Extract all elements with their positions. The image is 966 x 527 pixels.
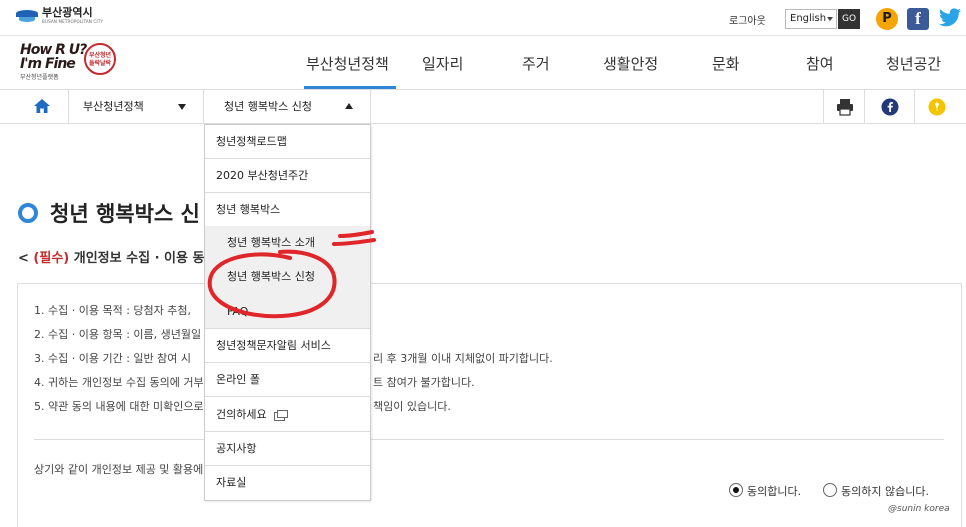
consent-heading-prefix: < <box>18 251 34 266</box>
disagree-label[interactable]: 동의하지 않습니다. <box>841 483 929 499</box>
go-button[interactable]: GO <box>838 9 860 29</box>
nav-youth-space[interactable]: 청년공간 <box>886 53 941 74</box>
city-subtitle: BUSAN METROPOLITAN CITY <box>42 19 104 24</box>
city-name: 부산광역시 <box>42 6 93 19</box>
dropdown-sub-faq[interactable]: FAQ <box>205 294 370 329</box>
facebook-share-icon <box>881 98 899 116</box>
dropdown-item-online-poll[interactable]: 온라인 폴 <box>205 363 370 397</box>
facebook-share-button[interactable] <box>865 90 915 124</box>
breadcrumb-level2-label: 청년 행복박스 신청 <box>224 100 312 113</box>
consent-line-1: 1. 수집 · 이용 목적 : 당첨자 추첨, <box>34 304 191 317</box>
logout-link[interactable]: 로그아웃 <box>729 12 766 27</box>
print-button[interactable] <box>823 90 865 124</box>
agree-question: 상기와 같이 개인정보 제공 및 활용에 <box>34 463 204 476</box>
nav-busan-youth-policy[interactable]: 부산청년정책 <box>306 53 389 74</box>
p-channel-icon[interactable]: P <box>876 8 898 30</box>
home-button[interactable] <box>0 90 69 124</box>
title-bullet-icon <box>18 203 38 223</box>
agree-label[interactable]: 동의합니다. <box>747 483 801 499</box>
dropdown-sub-happy-box-apply[interactable]: 청년 행복박스 신청 <box>205 260 370 294</box>
dropdown-item-youth-week[interactable]: 2020 부산청년주간 <box>205 159 370 193</box>
logo-stamp: 부산청년 들락날락 <box>84 43 116 75</box>
language-select[interactable]: English <box>785 9 837 29</box>
dropdown-item-archive[interactable]: 자료실 <box>205 466 370 500</box>
facebook-icon[interactable]: f <box>907 8 929 30</box>
page-title: 청년 행복박스 신 <box>50 202 200 226</box>
consent-line-2: 2. 수집 · 이용 항목 : 이름, 생년월일 <box>34 328 202 341</box>
breadcrumb-level2[interactable]: 청년 행복박스 신청 <box>204 90 371 124</box>
chevron-up-icon <box>345 103 353 109</box>
dropdown-item-suggestions-label: 건의하세요 <box>216 408 267 421</box>
consent-divider <box>34 439 944 440</box>
chevron-down-icon <box>178 104 186 110</box>
twitter-icon[interactable] <box>938 8 962 30</box>
dropdown-item-roadmap[interactable]: 청년정책로드맵 <box>205 125 370 159</box>
top-utility-bar: 부산광역시 BUSAN METROPOLITAN CITY 로그아웃 Engli… <box>0 0 966 36</box>
breadcrumb-level1[interactable]: 부산청년정책 <box>69 90 204 124</box>
submenu-dropdown: 청년정책로드맵 2020 부산청년주간 청년 행복박스 청년 행복박스 소개 청… <box>204 124 371 501</box>
nav-participation[interactable]: 참여 <box>806 53 834 74</box>
consent-line-4-tail: 트 참여가 불가합니다. <box>373 376 475 389</box>
disagree-radio[interactable] <box>823 483 837 497</box>
page: 부산광역시 BUSAN METROPOLITAN CITY 로그아웃 Engli… <box>0 0 966 527</box>
nav-culture[interactable]: 문화 <box>712 53 740 74</box>
busan-emblem-icon <box>16 7 38 25</box>
dropdown-item-notices[interactable]: 공지사항 <box>205 432 370 466</box>
dropdown-item-suggestions[interactable]: 건의하세요 <box>205 397 370 432</box>
dropdown-item-happy-box[interactable]: 청년 행복박스 <box>205 193 370 226</box>
dropdown-item-sms-alert[interactable]: 청년정책문자알림 서비스 <box>205 329 370 363</box>
site-logo[interactable]: How R U? I'm Fine 부산청년플랫폼 부산청년 들락날락 <box>20 43 120 83</box>
nav-living-stability[interactable]: 생활안정 <box>603 53 658 74</box>
dropdown-sub-happy-box-intro[interactable]: 청년 행복박스 소개 <box>205 226 370 260</box>
consent-heading-text: 개인정보 수집 · 이용 동 <box>69 251 205 266</box>
consent-line-3-tail: 리 후 3개월 이내 지체없이 파기합니다. <box>373 352 553 365</box>
kakao-share-button[interactable] <box>915 90 966 124</box>
nav-housing[interactable]: 주거 <box>522 53 550 74</box>
busan-city-logo[interactable]: 부산광역시 BUSAN METROPOLITAN CITY <box>16 7 103 25</box>
breadcrumb-level1-label: 부산청년정책 <box>83 100 144 113</box>
consent-line-5-tail: 책임이 있습니다. <box>373 400 451 413</box>
new-window-icon <box>274 409 289 421</box>
nav-jobs[interactable]: 일자리 <box>422 53 463 74</box>
kakao-share-icon <box>928 98 946 116</box>
print-icon <box>837 99 853 116</box>
required-label: (필수) <box>33 251 70 266</box>
breadcrumb: 부산청년정책 청년 행복박스 신청 <box>0 90 966 124</box>
consent-heading: < (필수) 개인정보 수집 · 이용 동 <box>18 247 204 266</box>
consent-line-4: 4. 귀하는 개인정보 수집 동의에 거부 <box>34 376 204 389</box>
watermark-credit: @sunin korea <box>888 504 950 514</box>
agree-radio[interactable] <box>729 483 743 497</box>
home-icon <box>34 99 50 113</box>
consent-line-5: 5. 약관 동의 내용에 대한 미확인으로 <box>34 400 204 413</box>
main-navigation: How R U? I'm Fine 부산청년플랫폼 부산청년 들락날락 부산청년… <box>0 36 966 90</box>
consent-line-3: 3. 수집 · 이용 기간 : 일반 참여 시 <box>34 352 191 365</box>
nav-active-indicator <box>304 86 396 89</box>
